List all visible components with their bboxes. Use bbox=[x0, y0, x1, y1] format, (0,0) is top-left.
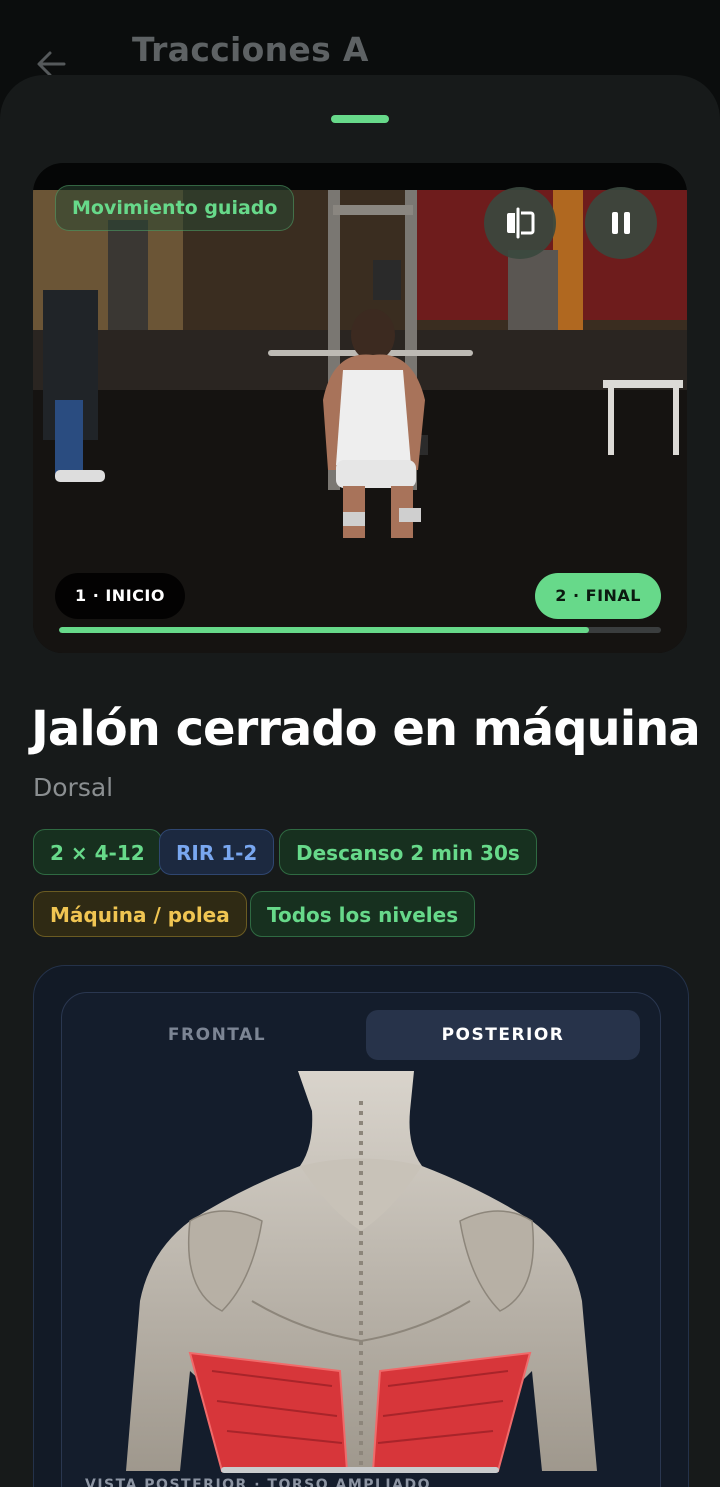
tag-equipment: Máquina / polea bbox=[33, 891, 247, 937]
back-muscles-illustration bbox=[126, 1071, 597, 1472]
exercise-muscle: Dorsal bbox=[33, 773, 114, 802]
view-caption: VISTA POSTERIOR · TORSO AMPLIADO bbox=[85, 1477, 431, 1487]
tag-sets-reps: 2 × 4-12 bbox=[33, 829, 162, 875]
exercise-video[interactable]: Movimiento guiado 1 · INICIO 2 · FINAL bbox=[33, 163, 687, 653]
pause-button[interactable] bbox=[585, 187, 657, 259]
tag-rir: RIR 1-2 bbox=[159, 829, 275, 875]
exercise-title: Jalón cerrado en máquina bbox=[31, 701, 701, 757]
video-progress-fill bbox=[59, 627, 589, 633]
compare-split-icon bbox=[507, 207, 535, 239]
home-indicator[interactable] bbox=[221, 1467, 499, 1473]
anatomy-panel: FRONTAL POSTERIOR VISTA POSTERIOR · TORS… bbox=[61, 992, 661, 1487]
sheet-drag-handle[interactable] bbox=[331, 115, 389, 123]
anatomy-card: FRONTAL POSTERIOR VISTA POSTERIOR · TORS… bbox=[33, 965, 689, 1487]
guided-movement-badge: Movimiento guiado bbox=[55, 185, 295, 231]
phase-end-chip[interactable]: 2 · FINAL bbox=[535, 573, 661, 619]
tab-posterior[interactable]: POSTERIOR bbox=[366, 1010, 640, 1060]
video-progress-bar[interactable] bbox=[59, 627, 661, 633]
exercise-sheet: Movimiento guiado 1 · INICIO 2 · FINAL J… bbox=[0, 75, 720, 1487]
pause-icon bbox=[612, 212, 630, 234]
compare-button[interactable] bbox=[484, 187, 556, 259]
phase-start-chip[interactable]: 1 · INICIO bbox=[55, 573, 185, 619]
tag-level: Todos los niveles bbox=[250, 891, 476, 937]
tag-rest: Descanso 2 min 30s bbox=[279, 829, 537, 875]
page-title: Tracciones A bbox=[132, 30, 369, 69]
tab-frontal[interactable]: FRONTAL bbox=[80, 1010, 354, 1060]
